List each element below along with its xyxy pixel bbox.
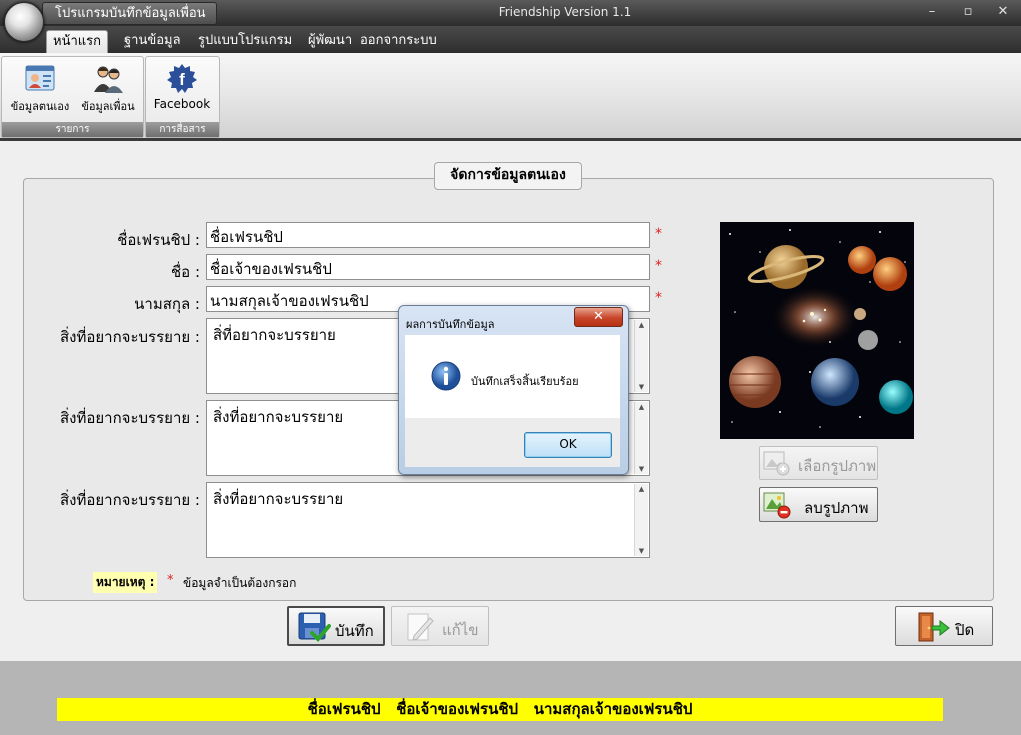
ribbon-group-communication: f Facebook การสื่อสาร	[145, 56, 220, 138]
note-required-marker: *	[167, 573, 174, 588]
description-2-label: สิ่งที่อยากจะบรรยาย :	[60, 409, 200, 427]
scroll-down-icon[interactable]: ▼	[635, 546, 648, 556]
ribbon-group-list: ข้อมูลตนเอง ข้อมูลเพื่อน รายการ	[1, 56, 144, 138]
choose-photo-label: เลือกรูปภาพ	[798, 457, 877, 475]
scrollbar[interactable]: ▲ ▼	[634, 484, 648, 556]
form-title: จัดการข้อมูลตนเอง	[434, 162, 582, 190]
window-close-button[interactable]: ✕	[990, 2, 1016, 22]
edit-label: แก้ไข	[442, 621, 479, 639]
delete-photo-label: ลบรูปภาพ	[804, 499, 869, 517]
edit-pencil-icon	[406, 612, 434, 642]
edit-button[interactable]: แก้ไข	[391, 606, 489, 646]
dialog-message: บันทึกเสร็จสิ้นเรียบร้อย	[471, 375, 579, 388]
ok-button[interactable]: OK	[524, 432, 612, 458]
app-orb-button[interactable]	[4, 2, 44, 42]
version-label: Friendship Version 1.1	[498, 5, 632, 19]
scroll-up-icon[interactable]: ▲	[635, 484, 648, 494]
tab-program-style[interactable]: รูปแบบโปรแกรม	[194, 30, 296, 52]
note-label: หมายเหตุ :	[93, 572, 158, 593]
minimize-button[interactable]: –	[919, 2, 945, 22]
scroll-up-icon[interactable]: ▲	[635, 402, 648, 412]
required-marker: *	[655, 226, 662, 242]
facebook-label: Facebook	[153, 97, 211, 111]
friends-button[interactable]: ข้อมูลเพื่อน	[75, 60, 141, 115]
facebook-button[interactable]: f Facebook	[148, 60, 216, 111]
maximize-button[interactable]: ▫	[955, 2, 981, 22]
my-profile-button[interactable]: ข้อมูลตนเอง	[5, 60, 75, 115]
tab-logout[interactable]: ออกจากระบบ	[356, 30, 441, 52]
note-text: ข้อมูลจำเป็นต้องกรอก	[183, 576, 297, 590]
scrollbar[interactable]: ▲ ▼	[634, 402, 648, 474]
app-title: โปรแกรมบันทึกข้อมูลเพื่อน	[42, 2, 217, 25]
exit-door-icon	[916, 611, 950, 643]
scrollbar[interactable]: ▲ ▼	[634, 320, 648, 392]
close-form-button[interactable]: ปิด	[895, 606, 993, 646]
profile-card-icon	[24, 62, 56, 94]
ribbon-group-communication-label: การสื่อสาร	[146, 122, 219, 137]
friends-label: ข้อมูลเพื่อน	[81, 100, 135, 113]
required-marker: *	[655, 290, 662, 306]
choose-photo-button[interactable]: เลือกรูปภาพ	[759, 446, 878, 480]
description-1-label: สิ่งที่อยากจะบรรยาย :	[60, 328, 200, 346]
description-1-text: สิ่ที่อยากจะบรรยาย	[213, 326, 336, 344]
profile-photo	[720, 222, 914, 439]
description-2-text: สิ่งที่อยากจะบรรยาย	[213, 408, 344, 426]
facebook-icon: f	[166, 62, 198, 94]
tab-home[interactable]: หน้าแรก	[46, 30, 108, 54]
scroll-down-icon[interactable]: ▼	[635, 382, 648, 392]
first-name-input[interactable]: ชื่อเจ้าของเฟรนชิป	[206, 254, 650, 280]
tab-database[interactable]: ฐานข้อมูล	[120, 30, 185, 52]
save-label: บันทึก	[335, 622, 374, 640]
close-form-label: ปิด	[955, 621, 975, 639]
description-3-text: สิ่งที่อยากจะบรรยาย	[213, 490, 344, 508]
required-marker: *	[655, 258, 662, 274]
first-name-label: ชื่อ :	[170, 263, 200, 281]
status-highlight-text: ชื่อเฟรนชิป ชื่อเจ้าของเฟรนชิป นามสกุลเจ…	[57, 698, 943, 721]
ribbon-group-list-label: รายการ	[2, 122, 143, 137]
save-button[interactable]: บันทึก	[287, 606, 385, 646]
save-disk-icon	[297, 611, 331, 643]
remove-image-icon	[763, 491, 791, 519]
dialog-close-button[interactable]: ✕	[574, 307, 623, 327]
franchise-name-input[interactable]: ชื่อเฟรนชิป	[206, 222, 650, 248]
friends-icon	[92, 62, 124, 94]
my-profile-label: ข้อมูลตนเอง	[10, 100, 70, 113]
scroll-up-icon[interactable]: ▲	[635, 320, 648, 330]
delete-photo-button[interactable]: ลบรูปภาพ	[759, 487, 878, 522]
tab-developer[interactable]: ผู้พัฒนา	[304, 30, 356, 52]
last-name-label: นามสกุล :	[134, 295, 200, 313]
add-image-icon	[763, 450, 791, 476]
svg-text:f: f	[179, 70, 185, 89]
franchise-name-label: ชื่อเฟรนชิป :	[117, 231, 200, 249]
description-3-textarea[interactable]: สิ่งที่อยากจะบรรยาย ▲ ▼	[206, 482, 650, 558]
scroll-down-icon[interactable]: ▼	[635, 464, 648, 474]
dialog-title: ผลการบันทึกข้อมูล	[406, 318, 495, 331]
description-3-label: สิ่งที่อยากจะบรรยาย :	[60, 491, 200, 509]
info-icon	[431, 361, 461, 391]
